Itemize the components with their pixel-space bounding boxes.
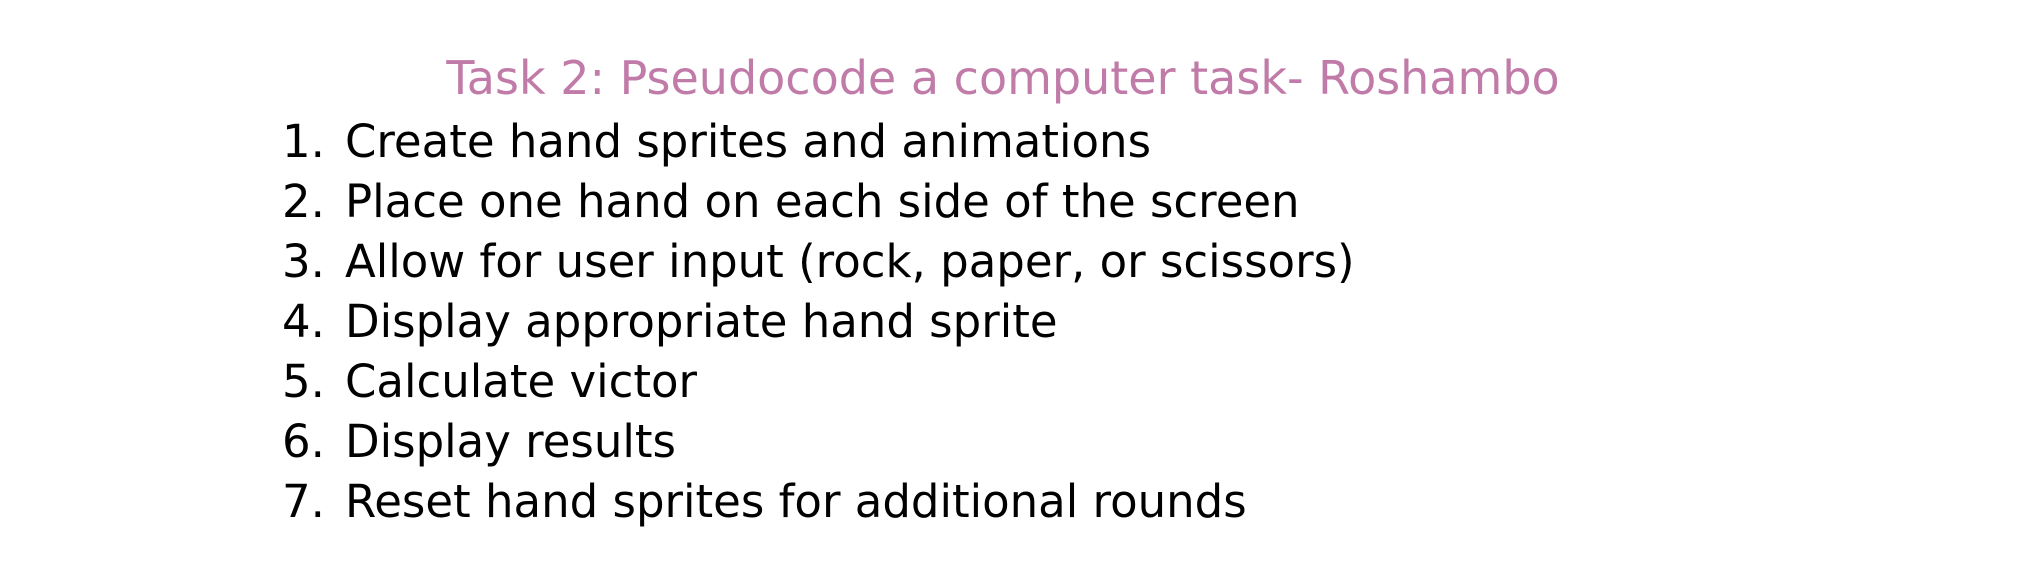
step-text: Reset hand sprites for additional rounds	[345, 475, 1247, 528]
step-number: 6.	[282, 415, 325, 468]
step-text: Create hand sprites and animations	[345, 115, 1152, 168]
step-text: Display results	[345, 415, 676, 468]
slide: Task 2: Pseudocode a computer task- Rosh…	[0, 0, 2020, 581]
step-text: Allow for user input (rock, paper, or sc…	[345, 235, 1355, 288]
step-item: 1. Create hand sprites and animations	[282, 112, 1355, 172]
step-number: 4.	[282, 295, 325, 348]
step-number: 1.	[282, 115, 325, 168]
step-item: 7. Reset hand sprites for additional roun…	[282, 472, 1355, 532]
step-text: Place one hand on each side of the scree…	[345, 175, 1300, 228]
step-number: 5.	[282, 355, 325, 408]
step-item: 5. Calculate victor	[282, 352, 1355, 412]
step-number: 7.	[282, 475, 325, 528]
step-item: 3. Allow for user input (rock, paper, or …	[282, 232, 1355, 292]
step-item: 6. Display results	[282, 412, 1355, 472]
step-text: Calculate victor	[345, 355, 698, 408]
step-text: Display appropriate hand sprite	[345, 295, 1058, 348]
slide-title: Task 2: Pseudocode a computer task- Rosh…	[446, 51, 1560, 105]
step-number: 3.	[282, 235, 325, 288]
step-item: 4. Display appropriate hand sprite	[282, 292, 1355, 352]
step-item: 2. Place one hand on each side of the scr…	[282, 172, 1355, 232]
pseudocode-step-list: 1. Create hand sprites and animations 2. P…	[282, 112, 1355, 532]
step-number: 2.	[282, 175, 325, 228]
